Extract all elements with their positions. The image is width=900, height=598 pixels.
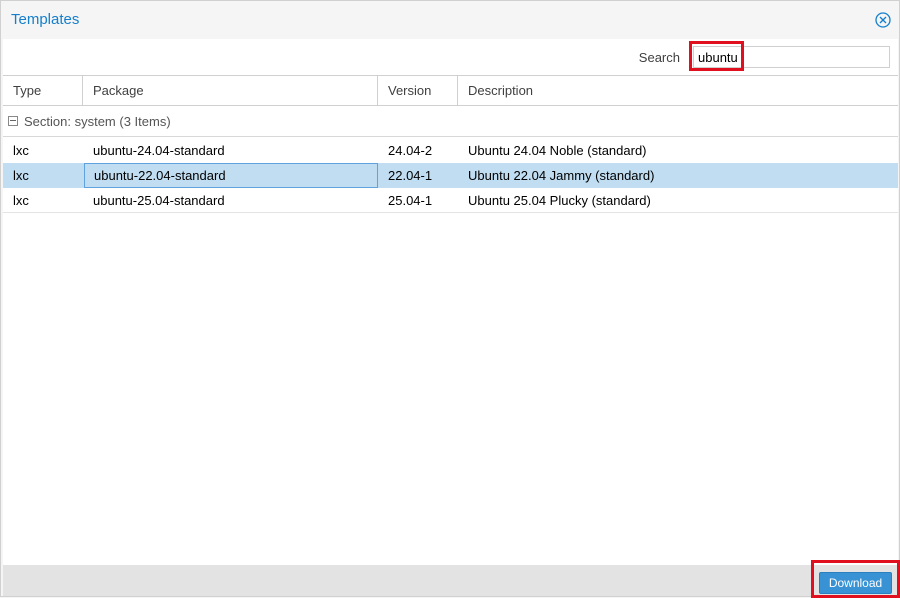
window-titlebar: Templates [1, 1, 899, 39]
cell-package-focused: ubuntu-22.04-standard [84, 163, 378, 188]
column-header-version[interactable]: Version [378, 76, 458, 105]
search-input[interactable] [693, 46, 890, 68]
close-circle-icon[interactable] [875, 12, 891, 28]
window-footer: Download [3, 560, 900, 598]
collapse-minus-icon[interactable] [8, 116, 18, 126]
templates-panel: Search Type Package Version Description … [3, 39, 898, 565]
cell-version: 25.04-1 [388, 193, 433, 208]
column-header-package[interactable]: Package [83, 76, 378, 105]
column-header-description[interactable]: Description [458, 76, 898, 105]
cell-package: ubuntu-24.04-standard [93, 143, 225, 158]
cell-description: Ubuntu 24.04 Noble (standard) [468, 143, 647, 158]
cell-version: 24.04-2 [388, 143, 433, 158]
table-row[interactable]: lxc ubuntu-25.04-standard 25.04-1 Ubuntu… [3, 188, 898, 213]
cell-package: ubuntu-25.04-standard [93, 193, 225, 208]
table-row[interactable]: lxc ubuntu-24.04-standard 24.04-2 Ubuntu… [3, 138, 898, 163]
download-button[interactable]: Download [819, 572, 892, 594]
cell-type: lxc [13, 193, 29, 208]
window-title: Templates [11, 11, 80, 28]
cell-description: Ubuntu 22.04 Jammy (standard) [468, 168, 655, 183]
cell-type: lxc [13, 168, 29, 183]
search-toolbar: Search [3, 39, 898, 75]
cell-description: Ubuntu 25.04 Plucky (standard) [468, 193, 651, 208]
group-label: Section: system (3 Items) [24, 114, 171, 129]
column-header-type[interactable]: Type [3, 76, 83, 105]
cell-version: 22.04-1 [388, 168, 433, 183]
cell-type: lxc [13, 143, 29, 158]
grid-header: Type Package Version Description [3, 75, 898, 106]
table-row-selected[interactable]: lxc ubuntu-22.04-standard 22.04-1 Ubuntu… [3, 163, 898, 188]
templates-window: Templates Search Type Package Version De… [0, 0, 900, 598]
group-row-system[interactable]: Section: system (3 Items) [3, 106, 898, 137]
search-label: Search [638, 50, 680, 65]
rows-divider [3, 212, 898, 213]
